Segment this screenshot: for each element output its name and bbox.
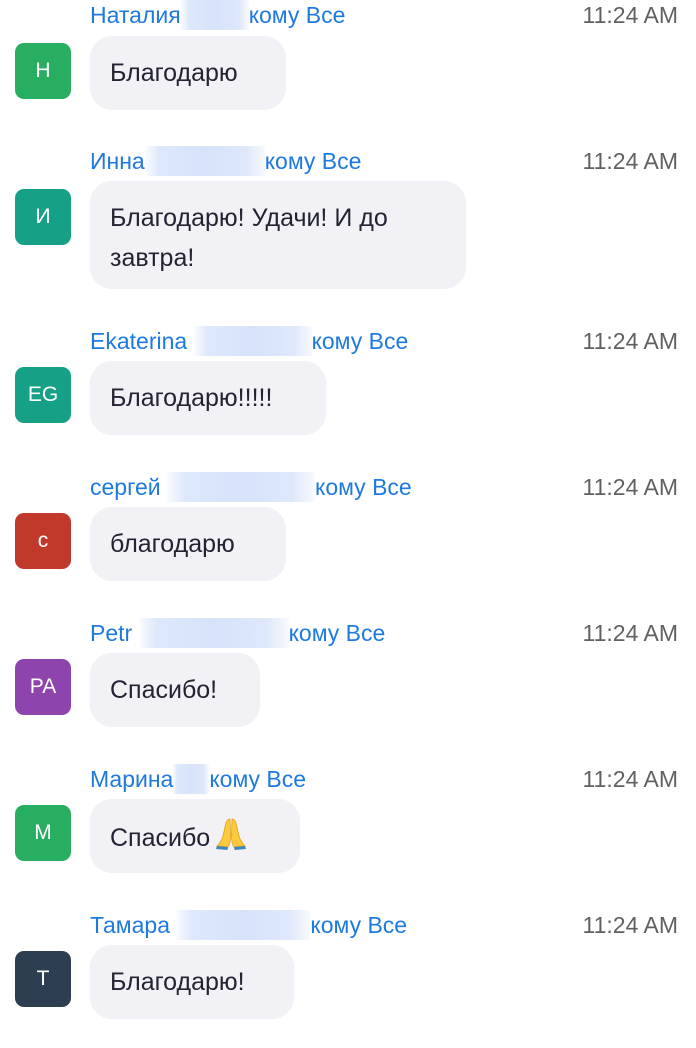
message-time: 11:24 AM [582, 620, 678, 646]
recipient-label[interactable]: кому Все [209, 766, 306, 792]
chat-message: Наталия кому Все 11:24 AM Н Благодарю [0, 0, 696, 146]
recipient-label[interactable]: кому Все [289, 620, 386, 646]
avatar-initials: Н [35, 59, 51, 82]
sender-name[interactable]: Марина [90, 766, 173, 792]
avatar: М [15, 805, 71, 861]
redacted-surname [138, 617, 289, 648]
message-header: Наталия кому Все [90, 0, 560, 31]
folded-hands-icon [216, 818, 247, 850]
avatar: PA [15, 659, 71, 715]
message-text: Спасибо [110, 824, 211, 852]
message-text: благодарю [110, 530, 235, 558]
message-header: Марина кому Все [90, 763, 560, 795]
message-bubble[interactable]: Спасибо! [90, 653, 260, 727]
message-bubble[interactable]: Благодарю! Удачи! И до завтра! [90, 181, 466, 289]
redacted-surname [176, 909, 311, 940]
avatar: И [15, 189, 71, 245]
redacted-surname [144, 145, 265, 176]
chat-message: Ekaterina кому Все 11:24 AM EG Благодарю… [0, 325, 696, 471]
recipient-label[interactable]: кому Все [265, 148, 362, 174]
avatar-initials: с [37, 529, 49, 552]
chat-message: Марина кому Все 11:24 AM М Спасибо [0, 763, 696, 909]
redacted-surname [180, 0, 249, 30]
chat-message: Тамара кому Все 11:24 AM Т Благодарю! [0, 909, 696, 1048]
redacted-surname [173, 763, 210, 794]
message-bubble[interactable]: благодарю [90, 507, 286, 581]
sender-name[interactable]: Наталия [90, 2, 181, 28]
sender-name[interactable]: Petr [90, 620, 132, 646]
message-header: Petr кому Все [90, 617, 560, 649]
avatar-initials: PA [29, 675, 57, 698]
recipient-label[interactable]: кому Все [310, 912, 407, 938]
chat-message: Petr кому Все 11:24 AM PA Спасибо! [0, 617, 696, 763]
message-text: Благодарю! [110, 968, 245, 996]
message-time: 11:24 AM [582, 148, 678, 174]
message-bubble[interactable]: Благодарю!!!!! [90, 361, 326, 435]
message-time: 11:24 AM [582, 2, 678, 28]
message-time: 11:24 AM [582, 912, 678, 938]
avatar: с [15, 513, 71, 569]
message-text: Благодарю! Удачи! И до завтра! [110, 204, 388, 272]
message-time: 11:24 AM [582, 328, 678, 354]
message-bubble[interactable]: Спасибо [90, 799, 300, 873]
avatar-initials: EG [27, 383, 59, 406]
avatar: EG [15, 367, 71, 423]
message-text: Благодарю [110, 59, 238, 87]
chat-message: Инна кому Все 11:24 AM И Благодарю! Удачи… [0, 145, 696, 291]
avatar: Н [15, 43, 71, 99]
message-time: 11:24 AM [582, 766, 678, 792]
message-text: Спасибо! [110, 676, 218, 704]
message-time: 11:24 AM [582, 474, 678, 500]
recipient-label[interactable]: кому Все [312, 328, 409, 354]
avatar-initials: М [34, 821, 52, 844]
message-header: Инна кому Все [90, 145, 560, 177]
sender-name[interactable]: Ekaterina [90, 328, 187, 354]
redacted-surname [167, 471, 315, 502]
chat-message: сергей кому Все 11:24 AM с благодарю [0, 471, 696, 617]
avatar-initials: Т [36, 967, 50, 990]
sender-name[interactable]: сергей [90, 474, 161, 500]
avatar: Т [15, 951, 71, 1007]
recipient-label[interactable]: кому Все [249, 2, 346, 28]
message-header: сергей кому Все [90, 471, 560, 503]
avatar-initials: И [35, 205, 51, 228]
message-bubble[interactable]: Благодарю [90, 36, 286, 110]
message-text: Благодарю!!!!! [110, 384, 273, 412]
sender-name[interactable]: Инна [90, 148, 145, 174]
message-header: Ekaterina кому Все [90, 325, 560, 357]
sender-name[interactable]: Тамара [90, 912, 170, 938]
message-header: Тамара кому Все [90, 909, 560, 941]
message-bubble[interactable]: Благодарю! [90, 945, 294, 1019]
recipient-label[interactable]: кому Все [315, 474, 412, 500]
redacted-surname [193, 325, 312, 356]
